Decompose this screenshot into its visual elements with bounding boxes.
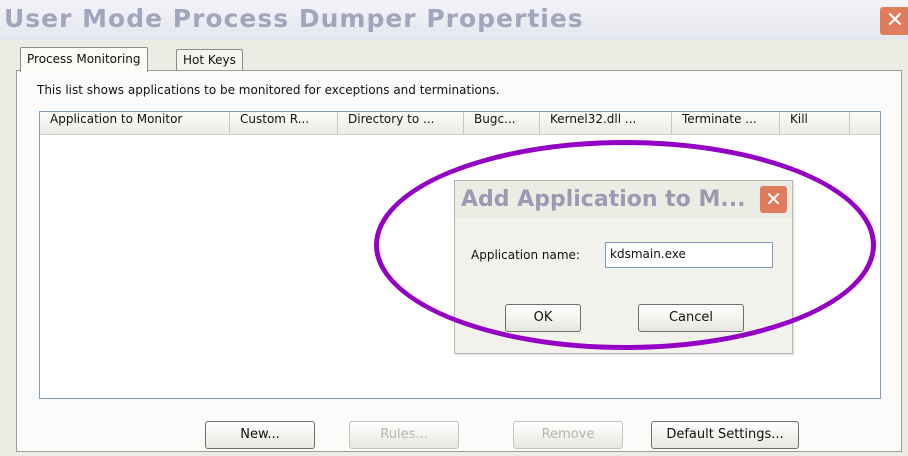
close-icon[interactable]: ✕ [880, 7, 908, 35]
column-kill[interactable]: Kill [780, 112, 850, 134]
remove-button[interactable]: Remove [513, 421, 623, 449]
ok-button[interactable]: OK [505, 304, 581, 332]
column-custom-rules[interactable]: Custom R... [230, 112, 338, 134]
tab-hot-keys[interactable]: Hot Keys [176, 49, 243, 70]
cancel-button[interactable]: Cancel [638, 304, 744, 332]
column-terminate[interactable]: Terminate ... [672, 112, 780, 134]
panel-description: This list shows applications to be monit… [37, 83, 500, 97]
dialog-body: Application name: kdsmain.exe OK Cancel [455, 218, 792, 353]
list-header: Application to Monitor Custom R... Direc… [40, 112, 880, 135]
add-application-dialog: Add Application to M... ✕ Application na… [454, 180, 793, 354]
column-bugcheck[interactable]: Bugc... [464, 112, 540, 134]
default-settings-button[interactable]: Default Settings... [651, 421, 799, 449]
window-title: User Mode Process Dumper Properties [4, 4, 584, 33]
application-name-input[interactable]: kdsmain.exe [605, 242, 773, 268]
title-bar[interactable]: User Mode Process Dumper Properties ✕ [0, 0, 908, 40]
column-kernel32[interactable]: Kernel32.dll ... [540, 112, 672, 134]
application-name-label: Application name: [471, 248, 580, 262]
dialog-close-icon[interactable]: ✕ [760, 186, 787, 213]
column-directory[interactable]: Directory to ... [338, 112, 464, 134]
rules-button[interactable]: Rules... [349, 421, 459, 449]
dialog-title: Add Application to M... [461, 187, 746, 212]
properties-window: User Mode Process Dumper Properties ✕ Pr… [0, 0, 908, 456]
column-application-to-monitor[interactable]: Application to Monitor [40, 112, 230, 134]
new-button[interactable]: New... [205, 421, 315, 449]
tab-process-monitoring[interactable]: Process Monitoring [20, 47, 148, 72]
